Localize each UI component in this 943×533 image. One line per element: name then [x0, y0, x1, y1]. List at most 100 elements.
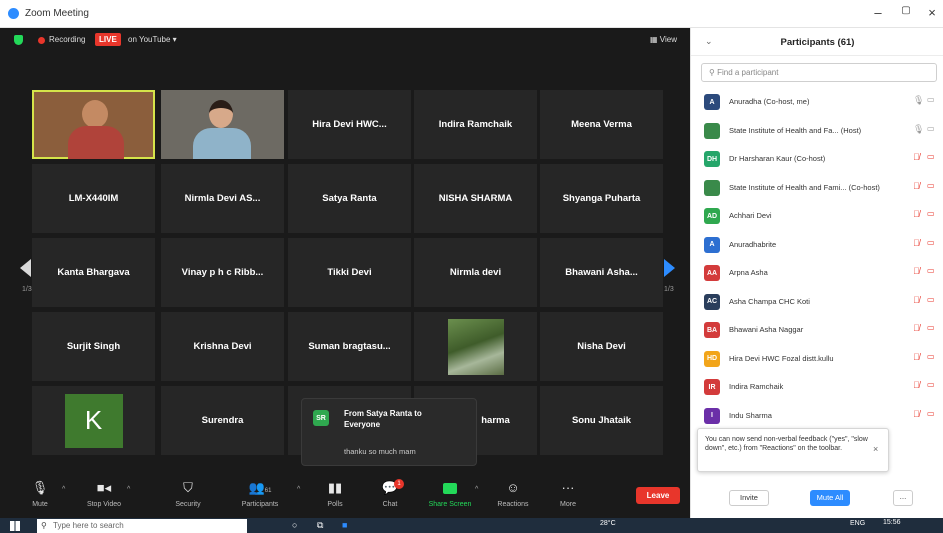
participants-button[interactable]: 👥61 Participants: [235, 479, 285, 508]
video-tile[interactable]: Surjit Singh: [32, 312, 155, 381]
video-tile-profile-photo[interactable]: [414, 312, 537, 381]
taskbar-search-input[interactable]: ⚲ Type here to search: [37, 519, 247, 533]
participant-row[interactable]: State Institute of Health and Fami... (C…: [691, 174, 943, 202]
participant-avatar: HD: [704, 350, 720, 367]
polls-button[interactable]: ▮▮ Polls: [310, 479, 360, 508]
chat-icon: 💬: [381, 480, 399, 495]
participant-row[interactable]: State Institute of Health and Fa... (Hos…: [691, 117, 943, 145]
participant-row[interactable]: I Indu Sharma 🎙̸ ▭: [691, 402, 943, 430]
share-screen-button[interactable]: Share Screen: [425, 479, 475, 508]
meeting-top-bar: Recording LIVE on YouTube ▾ ▦ View: [0, 28, 690, 52]
view-button[interactable]: ▦ View: [650, 35, 677, 44]
tile-name: Bhawani Asha...: [565, 267, 638, 278]
video-options-chevron-icon[interactable]: ^: [127, 486, 130, 493]
microphone-icon: 🎙: [913, 95, 925, 105]
stop-video-button[interactable]: ■◂ Stop Video: [79, 479, 129, 508]
video-tile[interactable]: Meena Verma: [540, 90, 663, 159]
participant-search-input[interactable]: ⚲ Find a participant: [701, 63, 937, 82]
language-indicator[interactable]: ENG: [850, 520, 865, 527]
participant-row[interactable]: AC Asha Champa CHC Koti 🎙̸ ▭: [691, 288, 943, 316]
video-tile[interactable]: Vinay p h c Ribb...: [161, 238, 284, 307]
participant-row[interactable]: AA Arpna Asha 🎙̸ ▭: [691, 259, 943, 287]
cortana-icon[interactable]: ○: [292, 520, 297, 530]
participant-search-placeholder: Find a participant: [717, 68, 779, 77]
chat-notification[interactable]: SR From Satya Ranta to Everyone thanku s…: [301, 398, 477, 466]
participant-name: Achhari Devi: [729, 211, 772, 220]
mute-button[interactable]: 🎙 Mute: [15, 479, 65, 508]
video-tile[interactable]: Nisha Devi: [540, 312, 663, 381]
reactions-label: Reactions: [497, 501, 529, 508]
participant-name: State Institute of Health and Fami... (C…: [729, 182, 880, 192]
chat-unread-badge: 1: [394, 479, 404, 489]
video-tile-participant[interactable]: [161, 90, 284, 159]
participant-row[interactable]: IR Indira Ramchaik 🎙̸ ▭: [691, 373, 943, 401]
video-tile-self[interactable]: [32, 90, 155, 159]
minimize-button[interactable]: –: [868, 5, 888, 20]
participants-count: 61: [264, 488, 272, 494]
participant-row[interactable]: BA Bhawani Asha Naggar 🎙̸ ▭: [691, 316, 943, 344]
shield-icon: ⛉: [183, 480, 193, 495]
tile-name: Surendra: [201, 415, 244, 426]
video-tile[interactable]: Krishna Devi: [161, 312, 284, 381]
video-tile[interactable]: Suman bragtasu...: [288, 312, 411, 381]
participant-row[interactable]: AD Achhari Devi 🎙̸ ▭: [691, 202, 943, 230]
windows-start-icon[interactable]: [10, 521, 20, 531]
invite-button[interactable]: Invite: [729, 490, 769, 506]
video-tile[interactable]: Kanta Bhargava: [32, 238, 155, 307]
chat-button[interactable]: 💬 1 Chat: [365, 479, 415, 508]
video-tile[interactable]: Nirmla Devi AS...: [161, 164, 284, 233]
prev-page-arrow-icon[interactable]: [20, 259, 31, 277]
clock-time[interactable]: 15:56: [883, 519, 901, 526]
more-options-button[interactable]: ...: [893, 490, 913, 506]
video-tile[interactable]: Tikki Devi: [288, 238, 411, 307]
recording-label[interactable]: Recording: [49, 35, 85, 44]
tile-name: Surjit Singh: [66, 341, 121, 352]
weather-temperature[interactable]: 28°C: [600, 520, 616, 527]
video-tile[interactable]: Nirmla devi: [414, 238, 537, 307]
participant-row[interactable]: A Anuradha (Co-host, me) 🎙 ▭: [691, 88, 943, 116]
reactions-icon: ☺: [506, 480, 520, 495]
security-shield-icon[interactable]: [14, 35, 23, 45]
mute-all-button[interactable]: Mute All: [810, 490, 850, 506]
video-tile[interactable]: K: [32, 386, 155, 455]
video-tile[interactable]: Satya Ranta: [288, 164, 411, 233]
participant-avatar: A: [704, 236, 720, 253]
participant-row[interactable]: HD Hira Devi HWC Fozal distt.kullu 🎙̸ ▭: [691, 345, 943, 373]
participant-avatar: AA: [704, 265, 720, 281]
participant-row[interactable]: DH Dr Harsharan Kaur (Co-host) 🎙̸ ▭: [691, 145, 943, 173]
video-tile[interactable]: NISHA SHARMA: [414, 164, 537, 233]
participant-row[interactable]: A Anuradhabrite 🎙̸ ▭: [691, 231, 943, 259]
participants-options-chevron-icon[interactable]: ^: [297, 486, 300, 493]
meeting-toolbar: 🎙 Mute ^ ■◂ Stop Video ^ ⛉ Security 👥61 …: [0, 474, 690, 518]
video-tile[interactable]: Shyanga Puharta: [540, 164, 663, 233]
audio-options-chevron-icon[interactable]: ^: [62, 486, 65, 493]
tile-name: Nirmla devi: [449, 267, 502, 278]
video-tile[interactable]: Hira Devi HWC...: [288, 90, 411, 159]
reactions-button[interactable]: ☺ Reactions: [488, 479, 538, 508]
task-view-icon[interactable]: ⧉: [317, 520, 323, 531]
maximize-button[interactable]: ▢: [896, 5, 916, 16]
video-tile[interactable]: LM-X440IM: [32, 164, 155, 233]
zoom-taskbar-icon[interactable]: ■: [342, 520, 347, 530]
video-tile[interactable]: Surendra: [161, 386, 284, 455]
close-button[interactable]: ×: [922, 5, 942, 20]
video-off-icon: ▭: [927, 180, 935, 190]
next-page-arrow-icon[interactable]: [664, 259, 675, 277]
search-icon: ⚲: [41, 521, 47, 530]
taskbar-search-placeholder: Type here to search: [53, 521, 124, 530]
video-off-icon: ▭: [927, 266, 935, 275]
participant-avatar: [704, 122, 720, 139]
leave-button[interactable]: Leave: [636, 487, 680, 504]
video-camera-icon: ■◂: [96, 480, 112, 495]
stream-dropdown[interactable]: on YouTube ▾: [128, 35, 177, 44]
participant-name: Hira Devi HWC Fozal distt.kullu: [729, 353, 834, 363]
chat-label: Chat: [382, 501, 398, 508]
share-options-chevron-icon[interactable]: ^: [475, 486, 478, 493]
tooltip-close-icon[interactable]: ×: [873, 444, 878, 454]
video-tile[interactable]: Bhawani Asha...: [540, 238, 663, 307]
more-button[interactable]: ··· More: [543, 479, 593, 508]
video-tile[interactable]: Sonu Jhataik: [540, 386, 663, 455]
security-button[interactable]: ⛉ Security: [163, 479, 213, 508]
video-tile[interactable]: Indira Ramchaik: [414, 90, 537, 159]
tile-name: harma: [481, 415, 510, 426]
